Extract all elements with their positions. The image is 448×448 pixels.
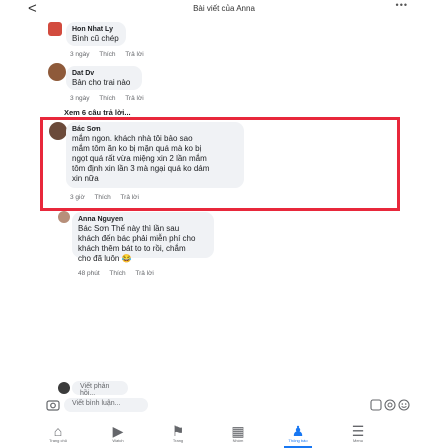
camera-icon[interactable] <box>46 399 60 411</box>
tab-label: Nhóm <box>232 438 244 443</box>
groups-icon: ▦ <box>231 423 245 439</box>
comment-time: 3 ngày <box>70 51 90 58</box>
like-button[interactable]: Thích <box>99 51 115 58</box>
comment-meta: 3 ngày Thích Trả lời <box>70 51 152 58</box>
tab-watch[interactable]: ▶ Watch <box>98 424 138 448</box>
emoji-icon[interactable] <box>398 399 410 411</box>
comment-bubble: Anna Nguyen Bác Sơn Thế này thì lần sau … <box>72 212 214 263</box>
comment-author[interactable]: Anna Nguyen <box>78 215 208 224</box>
bottom-tab-bar: ⌂ Trang chủ ▶ Watch ⚑ Trang ▦ Nhóm ♟ Thô… <box>0 424 448 448</box>
avatar[interactable] <box>48 22 62 36</box>
tab-label: Trang chủ <box>49 438 67 443</box>
facebook-post-comments-screen: < Bài viết của Anna ••• Hon Nhat Ly Bình… <box>0 0 448 448</box>
avatar[interactable] <box>58 211 70 223</box>
comment-text-line: khách thêm bát to to rồi, chắm <box>78 244 186 253</box>
reply-button[interactable]: Trả lời <box>125 51 143 58</box>
tab-pages[interactable]: ⚑ Trang <box>158 424 198 448</box>
avatar[interactable] <box>48 63 66 81</box>
comment-bubble: Hon Nhat Ly Bình cũ chép <box>66 22 126 46</box>
more-options-button[interactable]: ••• <box>396 0 408 10</box>
highlight-box <box>40 117 400 211</box>
comment-author[interactable]: Dat Dv <box>72 69 136 78</box>
tab-groups[interactable]: ▦ Nhóm <box>218 424 258 448</box>
like-button[interactable]: Thích <box>109 270 125 277</box>
like-button[interactable]: Thích <box>99 95 115 102</box>
comment-meta: 3 ngày Thích Trả lời <box>70 95 152 102</box>
comment-author[interactable]: Hon Nhat Ly <box>72 25 120 34</box>
gif-icon[interactable] <box>370 399 382 411</box>
view-more-replies-link[interactable]: Xem 6 câu trả lời... <box>64 108 131 117</box>
comment-bubble: Dat Dv Bản cho trai nào <box>66 66 142 90</box>
comment-text: Bình cũ chép <box>72 34 119 43</box>
tab-label: Menu <box>352 438 363 443</box>
reply-input[interactable]: Viết phản hồi... <box>72 381 128 397</box>
tab-menu[interactable]: ☰ Menu <box>338 424 378 448</box>
flag-icon: ⚑ <box>171 423 185 439</box>
sticker-icon[interactable] <box>384 399 396 411</box>
comment-text: Bản cho trai nào <box>72 78 131 87</box>
comment-text-line: Bác Sơn Thế này thì lần sau <box>78 224 180 233</box>
avatar <box>58 382 70 394</box>
tab-label: Watch <box>112 438 124 443</box>
comment-time: 3 ngày <box>70 95 90 102</box>
tab-notifications[interactable]: ♟ Thông báo <box>278 424 318 448</box>
comment-meta: 48 phút Thích Trả lời <box>78 270 162 277</box>
home-icon: ⌂ <box>53 423 63 439</box>
page-title: Bài viết của Anna <box>193 4 255 13</box>
tab-home[interactable]: ⌂ Trang chủ <box>38 424 78 448</box>
tab-label: Thông báo <box>288 438 308 443</box>
top-bar: < Bài viết của Anna ••• <box>0 0 448 18</box>
comment-text-line: khách đến bác phải miễn phí cho <box>78 234 196 243</box>
comment-time: 48 phút <box>78 270 100 277</box>
reply-button[interactable]: Trả lời <box>135 270 153 277</box>
reply-button[interactable]: Trả lời <box>125 95 143 102</box>
watch-icon: ▶ <box>112 423 124 439</box>
menu-icon: ☰ <box>351 423 365 439</box>
comment-input[interactable]: Viết bình luận... <box>64 398 148 412</box>
tab-label: Trang <box>172 438 184 443</box>
comment-text-line: cho đã luôn 😂 <box>78 254 132 263</box>
notifications-icon: ♟ <box>291 423 305 439</box>
